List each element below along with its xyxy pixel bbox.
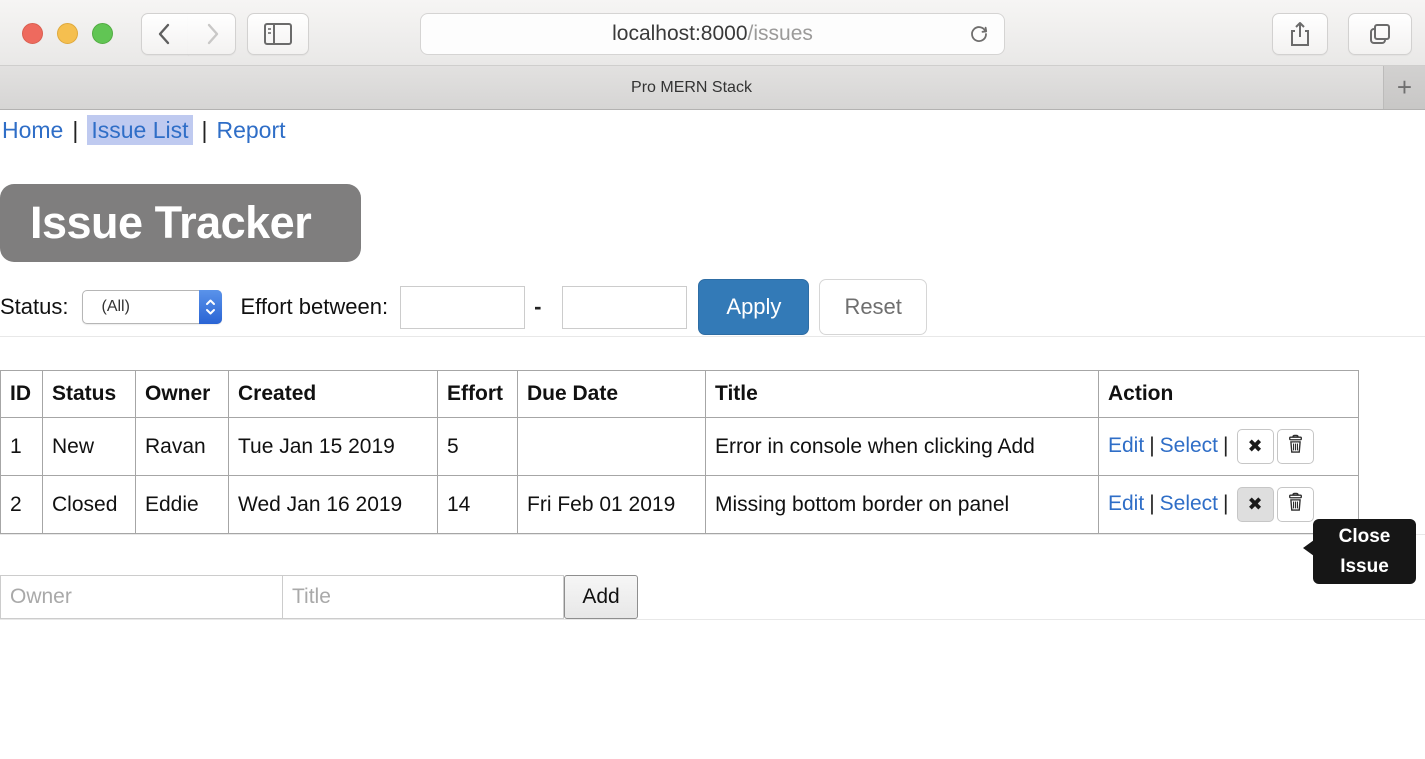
- effort-max-input[interactable]: [562, 286, 687, 329]
- tab-pro-mern-stack[interactable]: Pro MERN Stack: [0, 66, 1384, 109]
- filter-bar: Status: (All) Effort between: - Apply Re…: [0, 278, 1425, 336]
- page-content: Home | Issue List | Report Issue Tracker Sta…: [0, 110, 1425, 620]
- cell-due-date: Fri Feb 01 2019: [518, 476, 706, 534]
- col-header-owner: Owner: [136, 371, 229, 418]
- window-minimize-button[interactable]: [57, 23, 78, 44]
- cell-created: Wed Jan 16 2019: [229, 476, 438, 534]
- cell-id: 1: [1, 418, 43, 476]
- cell-title: Error in console when clicking Add: [706, 418, 1099, 476]
- url-host: localhost:8000: [612, 22, 747, 46]
- cell-owner: Eddie: [136, 476, 229, 534]
- close-issue-button[interactable]: ✖: [1237, 487, 1274, 522]
- trash-icon: [1287, 434, 1304, 459]
- close-icon: ✖: [1247, 494, 1262, 515]
- nav-link-report[interactable]: Report: [216, 117, 285, 143]
- tooltip-arrow-icon: [1303, 540, 1314, 556]
- url-path: /issues: [748, 22, 813, 46]
- status-select[interactable]: (All): [82, 290, 222, 324]
- main-nav: Home | Issue List | Report: [0, 110, 1425, 144]
- delete-issue-button[interactable]: [1277, 429, 1314, 464]
- reset-button[interactable]: Reset: [819, 279, 926, 335]
- action-separator: |: [1223, 492, 1228, 515]
- back-button[interactable]: [141, 13, 189, 55]
- chevron-right-icon: [201, 21, 223, 47]
- col-header-effort: Effort: [438, 371, 518, 418]
- effort-between-label: Effort between:: [240, 294, 388, 320]
- share-button[interactable]: [1272, 13, 1328, 55]
- browser-toolbar: localhost:8000/issues: [0, 0, 1425, 66]
- col-header-title: Title: [706, 371, 1099, 418]
- delete-issue-button[interactable]: [1277, 487, 1314, 522]
- page-title: Issue Tracker: [30, 197, 311, 249]
- table-row: 2 Closed Eddie Wed Jan 16 2019 14 Fri Fe…: [1, 476, 1359, 534]
- cell-owner: Ravan: [136, 418, 229, 476]
- cell-action: Edit|Select|✖: [1099, 418, 1359, 476]
- action-separator: |: [1223, 434, 1228, 457]
- close-issue-tooltip: Close Issue: [1313, 519, 1416, 584]
- show-all-tabs-button[interactable]: [1348, 13, 1412, 55]
- edit-link[interactable]: Edit: [1108, 492, 1144, 515]
- jumbotron: Issue Tracker: [0, 184, 361, 262]
- trash-icon: [1287, 492, 1304, 517]
- status-label: Status:: [0, 294, 68, 320]
- col-header-action: Action: [1099, 371, 1359, 418]
- tab-title: Pro MERN Stack: [631, 79, 752, 97]
- select-link[interactable]: Select: [1160, 492, 1218, 515]
- chevron-left-icon: [154, 21, 176, 47]
- reload-button[interactable]: [964, 19, 994, 49]
- reload-icon: [968, 23, 990, 45]
- address-bar[interactable]: localhost:8000/issues: [420, 13, 1005, 55]
- cell-created: Tue Jan 15 2019: [229, 418, 438, 476]
- edit-link[interactable]: Edit: [1108, 434, 1144, 457]
- divider: [0, 619, 1425, 620]
- tab-bar: Pro MERN Stack +: [0, 66, 1425, 110]
- status-select-value: (All): [83, 298, 129, 316]
- col-header-created: Created: [229, 371, 438, 418]
- apply-button[interactable]: Apply: [698, 279, 809, 335]
- owner-input[interactable]: [0, 575, 283, 619]
- tooltip-text: Close Issue: [1339, 526, 1391, 577]
- nav-separator: |: [72, 117, 78, 143]
- nav-link-home[interactable]: Home: [2, 117, 63, 143]
- cell-id: 2: [1, 476, 43, 534]
- share-icon: [1288, 20, 1312, 48]
- table-header-row: ID Status Owner Created Effort Due Date …: [1, 371, 1359, 418]
- tabs-overview-icon: [1367, 21, 1393, 47]
- action-separator: |: [1149, 492, 1154, 515]
- action-separator: |: [1149, 434, 1154, 457]
- window-zoom-button[interactable]: [92, 23, 113, 44]
- window-close-button[interactable]: [22, 23, 43, 44]
- cell-title: Missing bottom border on panel: [706, 476, 1099, 534]
- close-icon: ✖: [1247, 436, 1262, 457]
- divider: [0, 534, 1425, 535]
- nav-separator: |: [202, 117, 208, 143]
- col-header-id: ID: [1, 371, 43, 418]
- divider: [0, 336, 1425, 337]
- nav-link-issue-list[interactable]: Issue List: [87, 115, 192, 145]
- issue-table: ID Status Owner Created Effort Due Date …: [0, 370, 1359, 534]
- add-button[interactable]: Add: [564, 575, 638, 619]
- range-dash: -: [534, 294, 541, 320]
- sidebar-icon: [263, 22, 293, 46]
- cell-effort: 5: [438, 418, 518, 476]
- table-row: 1 New Ravan Tue Jan 15 2019 5 Error in c…: [1, 418, 1359, 476]
- cell-effort: 14: [438, 476, 518, 534]
- col-header-status: Status: [43, 371, 136, 418]
- close-issue-button[interactable]: ✖: [1237, 429, 1274, 464]
- col-header-due-date: Due Date: [518, 371, 706, 418]
- cell-status: New: [43, 418, 136, 476]
- cell-status: Closed: [43, 476, 136, 534]
- sidebar-toggle-button[interactable]: [247, 13, 309, 55]
- add-issue-form: Add: [0, 575, 1425, 619]
- forward-button[interactable]: [188, 13, 236, 55]
- new-tab-button[interactable]: +: [1384, 66, 1425, 109]
- plus-icon: +: [1397, 72, 1412, 103]
- title-input[interactable]: [282, 575, 564, 619]
- select-link[interactable]: Select: [1160, 434, 1218, 457]
- select-stepper-icon: [199, 290, 222, 324]
- effort-min-input[interactable]: [400, 286, 525, 329]
- cell-due-date: [518, 418, 706, 476]
